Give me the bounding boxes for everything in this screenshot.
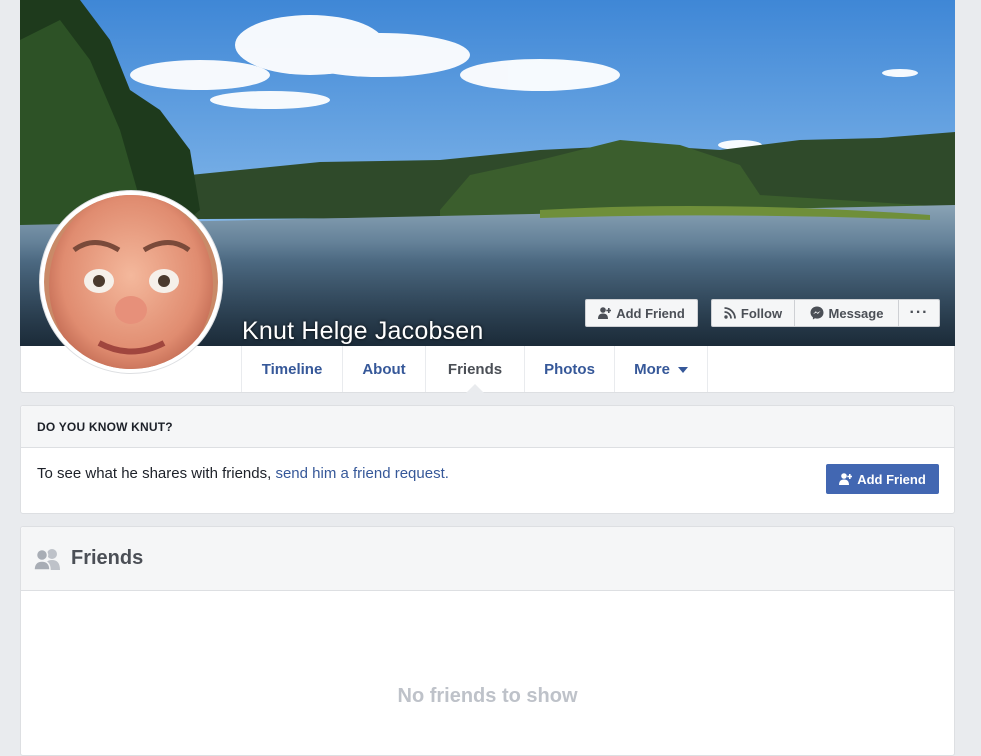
tab-photos-label: Photos [544, 360, 595, 378]
messenger-icon [810, 306, 824, 320]
more-dots-icon: ··· [909, 304, 929, 321]
follow-label: Follow [740, 305, 783, 321]
send-friend-request-link[interactable]: send him a friend request. [275, 465, 448, 482]
do-you-know-card: DO YOU KNOW KNUT? To see what he shares … [20, 405, 955, 514]
tab-friends-label: Friends [447, 360, 503, 378]
do-you-know-heading: DO YOU KNOW KNUT? [21, 406, 954, 448]
profile-header: Knut Helge Jacobsen Add Friend Follow Me… [20, 0, 955, 393]
friends-people-icon [34, 548, 60, 570]
tab-about-label: About [362, 360, 406, 378]
message-button[interactable]: Message [795, 300, 899, 326]
friends-card-title: Friends [71, 547, 144, 569]
profile-picture[interactable] [39, 190, 223, 374]
profile-photo-image [44, 195, 218, 369]
friends-card-header: Friends [21, 527, 954, 591]
add-friend-button[interactable]: Add Friend [585, 299, 698, 327]
tab-photos[interactable]: Photos [525, 346, 615, 392]
rss-follow-icon [724, 307, 736, 319]
profile-tabs: Timeline About Friends Photos More [241, 346, 708, 393]
profile-name[interactable]: Knut Helge Jacobsen [242, 317, 483, 346]
friends-card: Friends No friends to show [20, 526, 955, 756]
friend-request-text: To see what he shares with friends, [37, 465, 276, 482]
tab-friends[interactable]: Friends [426, 346, 525, 393]
message-label: Message [828, 305, 884, 321]
no-friends-message: No friends to show [397, 685, 578, 707]
tab-timeline-label: Timeline [261, 360, 323, 378]
add-friend-icon [839, 473, 853, 485]
tab-more-label: More [634, 360, 670, 378]
more-options-button[interactable]: ··· [899, 300, 939, 326]
profile-action-group: Follow Message ··· [711, 299, 940, 327]
add-friend-label: Add Friend [616, 305, 685, 321]
add-friend-primary-label: Add Friend [857, 471, 926, 487]
friend-request-prompt: To see what he shares with friends, send… [37, 465, 449, 482]
tab-about[interactable]: About [343, 346, 426, 392]
add-friend-primary-button[interactable]: Add Friend [826, 464, 939, 494]
tab-timeline[interactable]: Timeline [242, 346, 343, 392]
caret-down-icon [677, 366, 688, 373]
tab-more[interactable]: More [615, 346, 708, 392]
follow-button[interactable]: Follow [712, 300, 795, 326]
add-friend-icon [598, 307, 612, 319]
